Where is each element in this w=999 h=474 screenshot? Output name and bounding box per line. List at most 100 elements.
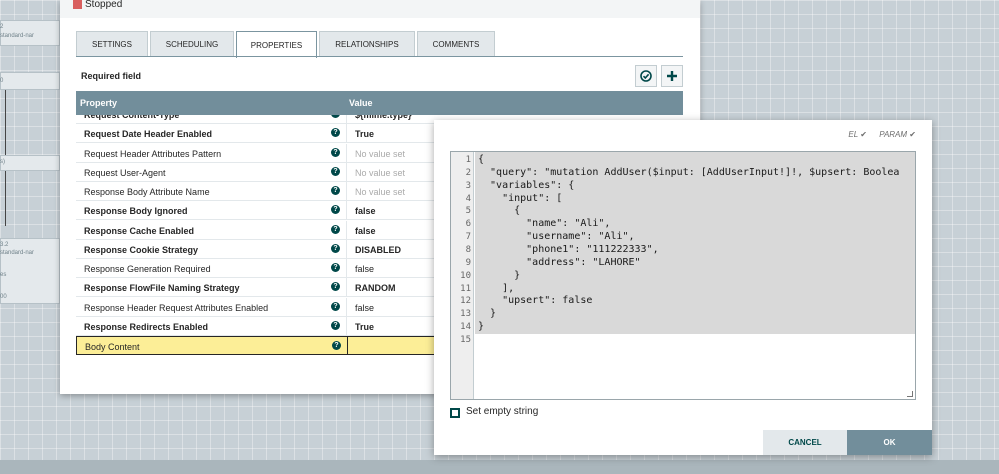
property-name: Body Content bbox=[85, 342, 140, 352]
line-number: 2 bbox=[465, 167, 471, 178]
property-value[interactable]: false bbox=[355, 206, 376, 216]
column-divider bbox=[346, 201, 347, 221]
canvas-label: 3.2 bbox=[0, 242, 9, 248]
column-divider bbox=[346, 182, 347, 201]
help-icon[interactable]: ? bbox=[331, 243, 340, 253]
canvas-processor-2[interactable] bbox=[0, 72, 60, 90]
ok-button[interactable]: OK bbox=[847, 430, 932, 455]
tab-scheduling[interactable]: SCHEDULING bbox=[150, 31, 234, 57]
canvas-label: s) bbox=[0, 159, 5, 165]
column-divider bbox=[346, 259, 347, 278]
resize-handle-icon[interactable] bbox=[907, 391, 913, 397]
help-icon[interactable]: ? bbox=[331, 224, 340, 234]
column-header-value[interactable]: Value bbox=[349, 98, 373, 108]
help-icon[interactable]: ? bbox=[331, 205, 340, 215]
code-line: "phone1": "111222333", bbox=[478, 243, 659, 255]
param-support-flag: PARAM ✔ bbox=[879, 130, 916, 139]
property-value[interactable]: No value set bbox=[355, 187, 405, 197]
property-value[interactable]: RANDOM bbox=[355, 283, 396, 293]
param-flag-label: PARAM bbox=[879, 130, 908, 139]
column-divider bbox=[346, 297, 347, 317]
property-name: Response Header Request Attributes Enabl… bbox=[84, 302, 269, 313]
stopped-status-icon bbox=[73, 0, 82, 9]
cancel-button[interactable]: CANCEL bbox=[763, 430, 847, 455]
el-flag-label: EL bbox=[848, 130, 859, 139]
property-name: Request Header Attributes Pattern bbox=[84, 148, 222, 159]
help-icon[interactable]: ? bbox=[331, 301, 340, 311]
dialog-header: Stopped bbox=[60, 0, 700, 18]
code-line: "query": "mutation AddUser($input: [AddU… bbox=[478, 166, 900, 178]
canvas-label: standard-nar bbox=[0, 33, 35, 39]
help-icon[interactable]: ? bbox=[331, 115, 340, 118]
tab-properties[interactable]: PROPERTIES bbox=[236, 31, 317, 58]
code-line: "username": "Ali", bbox=[478, 231, 635, 243]
help-icon[interactable]: ? bbox=[331, 166, 340, 176]
column-divider bbox=[346, 162, 347, 182]
set-empty-string-checkbox[interactable] bbox=[450, 408, 460, 418]
line-number: 12 bbox=[460, 296, 471, 307]
property-value[interactable]: True bbox=[355, 129, 374, 139]
line-number: 3 bbox=[465, 180, 471, 191]
canvas-label: 00 bbox=[0, 294, 7, 300]
processor-status: Stopped bbox=[85, 0, 123, 10]
column-divider bbox=[346, 316, 347, 336]
add-property-button[interactable] bbox=[661, 65, 683, 87]
code-line: } bbox=[478, 269, 521, 281]
column-header-property[interactable]: Property bbox=[80, 98, 117, 108]
code-line: ], bbox=[478, 282, 515, 294]
help-icon[interactable]: ? bbox=[331, 128, 340, 138]
property-value-editor: EL ✔ PARAM ✔ 1 {2 "query": "mutation AddU… bbox=[434, 120, 932, 455]
column-divider bbox=[347, 337, 348, 355]
column-divider bbox=[346, 239, 347, 259]
help-icon[interactable]: ? bbox=[331, 282, 340, 292]
property-name: Response Cache Enabled bbox=[84, 225, 195, 236]
line-number: 4 bbox=[465, 193, 471, 204]
code-line: "address": "LAHORE" bbox=[478, 256, 641, 268]
help-icon[interactable]: ? bbox=[331, 263, 340, 272]
el-support-flag: EL ✔ bbox=[848, 130, 867, 139]
property-name: Response Redirects Enabled bbox=[84, 321, 209, 332]
connection-line bbox=[5, 171, 6, 226]
canvas-processor-4[interactable] bbox=[0, 238, 60, 304]
tab-comments[interactable]: COMMENTS bbox=[417, 31, 495, 57]
editor-flags: EL ✔ PARAM ✔ bbox=[838, 130, 916, 139]
line-number: 15 bbox=[460, 334, 471, 345]
canvas-processor-3[interactable] bbox=[0, 155, 60, 171]
code-line: { bbox=[478, 154, 485, 165]
property-value[interactable]: No value set bbox=[355, 149, 405, 159]
canvas-label: 0 bbox=[0, 78, 4, 84]
tab-settings[interactable]: SETTINGS bbox=[76, 31, 148, 57]
column-divider bbox=[346, 143, 347, 163]
canvas-label: 2 bbox=[0, 24, 4, 30]
property-name: Response Cookie Strategy bbox=[84, 244, 199, 255]
property-name: Request Date Header Enabled bbox=[84, 129, 213, 140]
table-header: Property Value bbox=[76, 91, 683, 115]
property-name: Response FlowFile Naming Strategy bbox=[84, 283, 240, 294]
code-editor[interactable]: 1 {2 "query": "mutation AddUser($input: [… bbox=[450, 151, 916, 400]
property-value[interactable]: false bbox=[355, 226, 376, 236]
property-value[interactable]: True bbox=[355, 322, 374, 332]
code-line: "input": [ bbox=[478, 192, 563, 204]
help-icon[interactable]: ? bbox=[331, 320, 340, 330]
tab-relationships[interactable]: RELATIONSHIPS bbox=[319, 31, 415, 57]
check-circle-icon bbox=[640, 70, 652, 82]
line-number: 1 bbox=[465, 155, 471, 165]
help-icon[interactable]: ? bbox=[331, 186, 340, 195]
column-divider bbox=[346, 115, 347, 124]
property-value[interactable]: DISABLED bbox=[355, 245, 401, 255]
property-value[interactable]: ${mime.type} bbox=[355, 115, 412, 120]
verify-properties-button[interactable] bbox=[635, 65, 657, 87]
property-name: Response Body Ignored bbox=[84, 206, 188, 217]
property-value[interactable]: No value set bbox=[355, 168, 405, 178]
help-icon[interactable]: ? bbox=[332, 341, 341, 350]
line-number: 7 bbox=[465, 232, 471, 243]
line-number: 5 bbox=[465, 206, 471, 217]
property-value[interactable]: false bbox=[355, 303, 374, 313]
help-icon[interactable]: ? bbox=[331, 147, 340, 157]
tab-divider bbox=[76, 56, 683, 57]
property-name: Request Content-Type bbox=[84, 115, 180, 120]
plus-icon bbox=[667, 71, 677, 81]
column-divider bbox=[346, 220, 347, 240]
required-field-label: Required field bbox=[81, 71, 142, 81]
property-value[interactable]: false bbox=[355, 264, 374, 274]
